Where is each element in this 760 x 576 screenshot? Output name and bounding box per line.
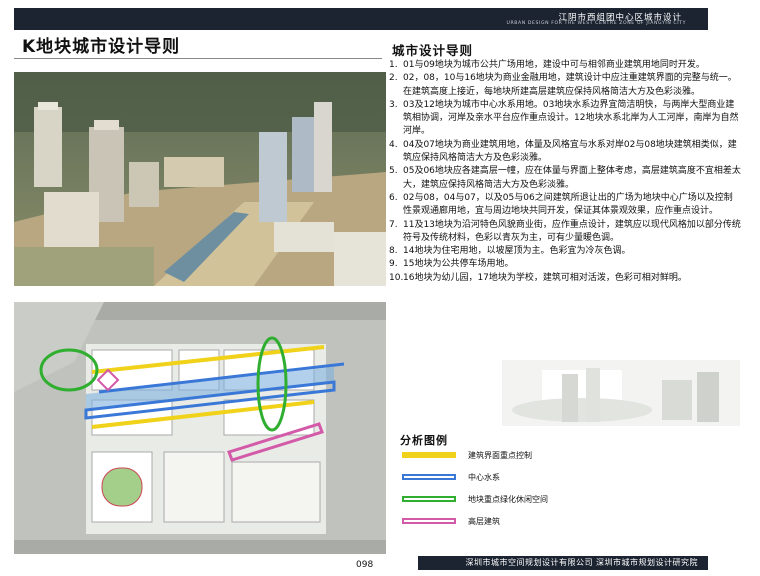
legend-label: 中心水系 <box>468 472 500 482</box>
page-number: 098 <box>356 560 374 570</box>
guideline-text: 04及07地块为商业建筑用地，体量及风格宜与水系对岸02与08地块建筑相类似，建… <box>403 139 737 164</box>
guideline-text: 02与08，04与07，以及05与06之间建筑所退让出的广场为地块中心广场以及控… <box>403 192 733 217</box>
legend-label: 建筑界面重点控制 <box>468 450 532 460</box>
guideline-text: 16地块为幼儿园，17地块为学校，建筑可相对活泼，色彩可相对鲜明。 <box>403 272 687 283</box>
guideline-text: 15地块为公共停车场用地。 <box>403 259 514 270</box>
legend-swatch <box>402 452 456 458</box>
guideline-text: 01与09地块为城市公共广场用地，建设中可与相邻商业建筑用地同时开发。 <box>403 60 705 70</box>
guideline-text: 02，08，10与16地块为商业金融用地，建筑设计中应注重建筑界面的完整与统一。… <box>403 73 737 97</box>
legend-item-green-space: 地块重点绿化休闲空间 <box>402 492 548 506</box>
guideline-number: 9. <box>389 259 398 270</box>
page-title: K地块城市设计导则 <box>22 37 181 57</box>
legend-swatch <box>402 496 456 502</box>
guideline-item: 6. 02与08，04与07，以及05与06之间建筑所退让出的广场为地块中心广场以… <box>389 192 741 219</box>
guideline-number: 3. <box>389 99 398 110</box>
legend-label: 地块重点绿化休闲空间 <box>468 494 548 504</box>
guideline-text: 03及12地块为城市中心水系用地。03地块水系边界宜简洁明快，与两岸大型商业建筑… <box>403 99 739 137</box>
guideline-item: 5. 05及06地块应各建高层一幢，应在体量与界面上整体考虑，高层建筑高度不宜相差… <box>389 165 741 192</box>
guideline-number: 10. <box>389 272 404 283</box>
guideline-number: 7. <box>389 219 398 230</box>
legend-label: 高层建筑 <box>468 516 500 526</box>
legend-swatch <box>402 518 456 524</box>
legend-item-high-rise: 高层建筑 <box>402 514 500 528</box>
guideline-number: 4. <box>389 139 398 150</box>
guideline-item: 4. 04及07地块为商业建筑用地，体量及风格宜与水系对岸02与08地块建筑相类似… <box>389 139 741 166</box>
project-subtitle: URBAN DESIGN FOR THE WEST CENTRE ZONE OF… <box>506 21 686 26</box>
building-perspective-inset <box>502 360 740 426</box>
guideline-item: 3. 03及12地块为城市中心水系用地。03地块水系边界宜简洁明快，与两岸大型商业… <box>389 99 741 139</box>
guideline-item: 2. 02，08，10与16地块为商业金融用地，建筑设计中应注重建筑界面的完整与统… <box>389 72 741 99</box>
guideline-item: 9. 15地块为公共停车场用地。 <box>389 258 741 271</box>
legend-item-facade-control: 建筑界面重点控制 <box>402 448 532 462</box>
header-bar: 江阴市西组团中心区城市设计 URBAN DESIGN FOR THE WEST … <box>14 8 708 30</box>
guideline-item: 10. 16地块为幼儿园，17地块为学校，建筑可相对活泼，色彩可相对鲜明。 <box>389 272 741 285</box>
guideline-text: 14地块为住宅用地，以坡屋顶为主。色彩宜为冷灰色调。 <box>403 246 631 257</box>
guideline-item: 8. 14地块为住宅用地，以坡屋顶为主。色彩宜为冷灰色调。 <box>389 245 741 258</box>
footer-companies: 深圳市城市空间规划设计有限公司 深圳市城市规划设计研究院 <box>418 556 708 570</box>
aerial-rendering <box>14 72 386 286</box>
legend-swatch <box>402 474 456 480</box>
guidelines-list: 1. 01与09地块为城市公共广场用地，建设中可与相邻商业建筑用地同时开发。 2.… <box>389 59 741 285</box>
guideline-item: 1. 01与09地块为城市公共广场用地，建设中可与相邻商业建筑用地同时开发。 <box>389 59 741 72</box>
guideline-item: 7. 11及13地块为沿河特色风貌商业街，应作重点设计，建筑应以现代风格加以部分传… <box>389 219 741 246</box>
guideline-number: 8. <box>389 246 398 257</box>
guideline-number: 6. <box>389 192 398 203</box>
title-divider <box>14 58 382 59</box>
legend-heading: 分析图例 <box>400 434 448 447</box>
guideline-text: 05及06地块应各建高层一幢，应在体量与界面上整体考虑，高层建筑高度不宜相差太大… <box>403 166 741 190</box>
analysis-site-plan <box>14 302 386 554</box>
guideline-number: 2. <box>389 73 398 84</box>
guideline-number: 5. <box>389 166 398 177</box>
guideline-number: 1. <box>389 60 398 70</box>
guideline-text: 11及13地块为沿河特色风貌商业街，应作重点设计，建筑应以现代风格加以部分传统符… <box>403 219 741 243</box>
legend-item-water: 中心水系 <box>402 470 500 484</box>
guidelines-heading: 城市设计导则 <box>392 43 474 58</box>
